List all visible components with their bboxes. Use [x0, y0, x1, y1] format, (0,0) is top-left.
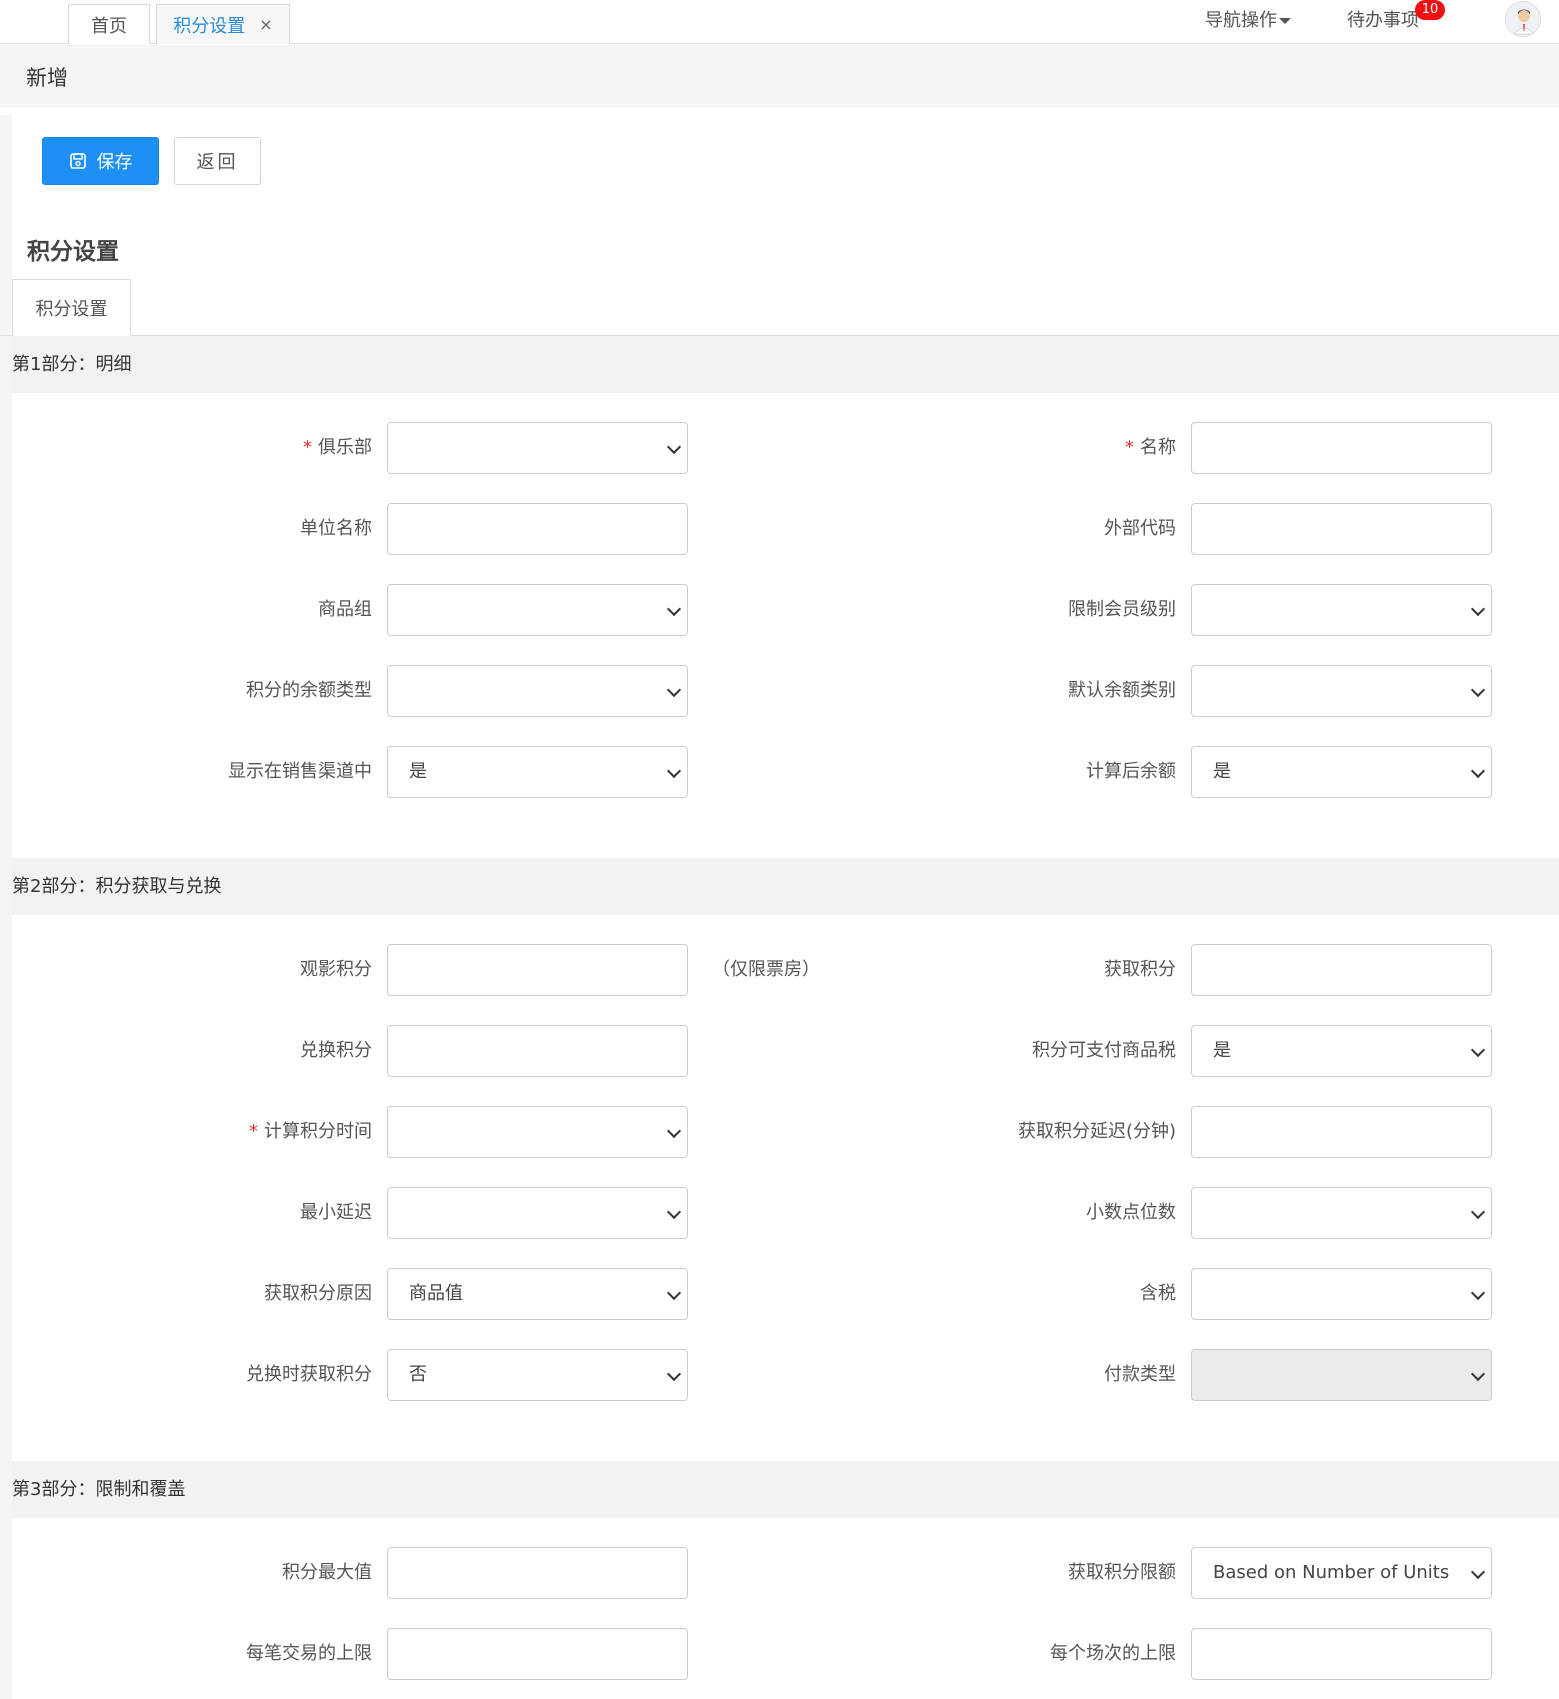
earn-points-label: 获取积分 — [1104, 959, 1176, 980]
save-button[interactable]: 保存 — [42, 137, 159, 185]
external-code-label: 外部代码 — [1104, 518, 1176, 539]
watch-points-label: 观影积分 — [300, 959, 372, 980]
payment-type-select — [1191, 1349, 1492, 1401]
unit-name-label: 单位名称 — [300, 518, 372, 539]
todo-link[interactable]: 待办事项 — [1347, 6, 1419, 32]
watch-points-input[interactable] — [387, 944, 688, 996]
nav-ops-label: 导航操作 — [1205, 10, 1277, 31]
product-group-select[interactable] — [387, 584, 688, 636]
default-balance-select[interactable] — [1191, 665, 1492, 717]
redeem-points-label: 兑换积分 — [300, 1040, 372, 1061]
max-points-label: 积分最大值 — [282, 1562, 372, 1583]
save-button-label: 保存 — [96, 152, 133, 173]
earn-delay-label: 获取积分延迟(分钟) — [1017, 1121, 1176, 1142]
caret-down-icon — [1279, 18, 1291, 24]
earn-points-input[interactable] — [1191, 944, 1492, 996]
pay-tax-label: 积分可支付商品税 — [1032, 1040, 1176, 1061]
name-label: * 名称 — [1125, 422, 1176, 474]
tab-points-settings[interactable]: 积分设置 × — [156, 4, 290, 44]
pay-tax-select[interactable]: 是 — [1191, 1025, 1492, 1077]
earn-delay-input[interactable] — [1191, 1106, 1492, 1158]
save-icon — [69, 153, 86, 169]
part3-header: 第3部分：限制和覆盖 — [12, 1461, 1559, 1518]
product-group-label: 商品组 — [318, 599, 372, 620]
show-in-channel-label: 显示在销售渠道中 — [228, 761, 372, 782]
required-mark: * — [303, 437, 312, 458]
required-mark: * — [249, 1121, 258, 1142]
calc-time-label-text: 计算积分时间 — [264, 1121, 372, 1142]
required-mark: * — [1125, 437, 1134, 458]
avatar[interactable] — [1505, 1, 1541, 37]
earn-reason-select[interactable]: 商品值 — [387, 1268, 688, 1320]
left-strip — [0, 115, 12, 1699]
per-session-cap-input[interactable] — [1191, 1628, 1492, 1680]
tax-included-select[interactable] — [1191, 1268, 1492, 1320]
per-txn-cap-input[interactable] — [387, 1628, 688, 1680]
earn-reason-label: 获取积分原因 — [264, 1283, 372, 1304]
unit-name-input[interactable] — [387, 503, 688, 555]
club-select[interactable] — [387, 422, 688, 474]
subtab-label: 积分设置 — [35, 298, 108, 320]
top-bar: 首页 积分设置 × 导航操作 待办事项 10 — [0, 0, 1559, 44]
balance-type-label: 积分的余额类型 — [246, 680, 372, 701]
tax-included-label: 含税 — [1140, 1283, 1176, 1304]
per-session-cap-label: 每个场次的上限 — [1050, 1643, 1176, 1664]
min-delay-label: 最小延迟 — [300, 1202, 372, 1223]
todo-label: 待办事项 — [1347, 10, 1419, 31]
tab-home-label: 首页 — [91, 15, 127, 37]
box-office-only-note: （仅限票房） — [712, 959, 820, 980]
default-balance-label: 默认余额类别 — [1068, 680, 1176, 701]
calc-time-select[interactable] — [387, 1106, 688, 1158]
todo-count-badge: 10 — [1415, 0, 1445, 20]
close-icon[interactable]: × — [259, 15, 272, 34]
back-button-label: 返回 — [196, 152, 239, 173]
balance-type-select[interactable] — [387, 665, 688, 717]
calc-balance-select[interactable]: 是 — [1191, 746, 1492, 798]
club-label-text: 俱乐部 — [318, 437, 372, 458]
show-in-channel-select[interactable]: 是 — [387, 746, 688, 798]
member-level-select[interactable] — [1191, 584, 1492, 636]
part2-header: 第2部分：积分获取与兑换 — [12, 858, 1559, 915]
page-header: 新增 — [0, 45, 1559, 107]
earn-on-redeem-label: 兑换时获取积分 — [246, 1364, 372, 1385]
decimals-label: 小数点位数 — [1086, 1202, 1176, 1223]
name-label-text: 名称 — [1140, 437, 1176, 458]
user-avatar-icon — [1512, 9, 1536, 35]
name-input[interactable] — [1191, 422, 1492, 474]
calc-time-label: * 计算积分时间 — [249, 1106, 372, 1158]
earn-on-redeem-select[interactable]: 否 — [387, 1349, 688, 1401]
min-delay-select[interactable] — [387, 1187, 688, 1239]
back-button[interactable]: 返回 — [174, 137, 261, 185]
tab-home[interactable]: 首页 — [68, 4, 150, 44]
decimals-select[interactable] — [1191, 1187, 1492, 1239]
max-points-input[interactable] — [387, 1547, 688, 1599]
per-txn-cap-label: 每笔交易的上限 — [246, 1643, 372, 1664]
payment-type-label: 付款类型 — [1104, 1364, 1176, 1385]
section-title: 积分设置 — [27, 239, 119, 265]
earn-limit-label: 获取积分限额 — [1068, 1562, 1176, 1583]
part1-header: 第1部分：明细 — [12, 336, 1559, 393]
member-level-label: 限制会员级别 — [1068, 599, 1176, 620]
club-label: * 俱乐部 — [303, 422, 372, 474]
page-title: 新增 — [26, 66, 68, 90]
external-code-input[interactable] — [1191, 503, 1492, 555]
nav-ops-menu[interactable]: 导航操作 — [1205, 6, 1291, 32]
earn-limit-select[interactable]: Based on Number of Units — [1191, 1547, 1492, 1599]
tab-points-label: 积分设置 — [173, 15, 246, 37]
redeem-points-input[interactable] — [387, 1025, 688, 1077]
calc-balance-label: 计算后余额 — [1086, 761, 1176, 782]
subtab-points-settings[interactable]: 积分设置 — [12, 279, 131, 336]
